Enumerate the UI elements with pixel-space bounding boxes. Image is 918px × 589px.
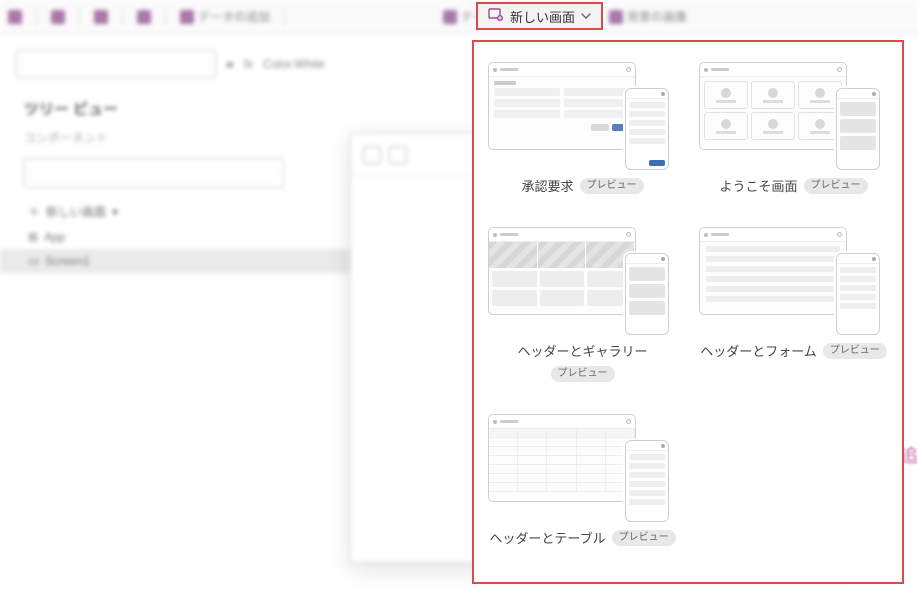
template-thumb [697, 225, 890, 335]
template-label: ようこそ画面 [719, 176, 797, 195]
preview-badge: プレビュー [580, 178, 644, 194]
new-screen-label: 新しい画面 [510, 7, 575, 26]
template-label: ヘッダーとテーブル [489, 528, 605, 547]
template-label: 承認要求 [521, 176, 573, 195]
template-label: ヘッダーとフォーム [700, 341, 817, 360]
template-approval[interactable]: 承認要求 プレビュー [486, 60, 679, 195]
workspace-blurred: = fx Color.White ツリー ビュー コンポーネント ＋新しい画面▾… [0, 38, 470, 589]
template-label: ヘッダーとギャラリー [517, 341, 647, 360]
preview-badge: プレビュー [612, 530, 676, 546]
template-thumb [486, 225, 679, 335]
template-thumb [486, 60, 679, 170]
new-screen-dropdown: 承認要求 プレビュー [472, 40, 904, 584]
new-screen-button[interactable]: 新しい画面 [476, 2, 603, 30]
new-screen-icon [488, 7, 504, 26]
template-thumb [486, 412, 679, 522]
preview-badge: プレビュー [551, 366, 615, 382]
dropdown-scroll[interactable]: 承認要求 プレビュー [474, 42, 902, 582]
preview-badge: プレビュー [804, 178, 868, 194]
template-header-gallery[interactable]: ヘッダーとギャラリー プレビュー [486, 225, 679, 382]
template-header-table[interactable]: ヘッダーとテーブル プレビュー [486, 412, 679, 547]
preview-badge: プレビュー [823, 343, 887, 359]
top-toolbar-blurred: データの追加 テーマ 背景色 背景の画像 [0, 0, 918, 34]
template-thumb [697, 60, 890, 170]
template-welcome[interactable]: ようこそ画面 プレビュー [697, 60, 890, 195]
chevron-down-icon [581, 9, 591, 24]
template-header-form[interactable]: ヘッダーとフォーム プレビュー [697, 225, 890, 382]
